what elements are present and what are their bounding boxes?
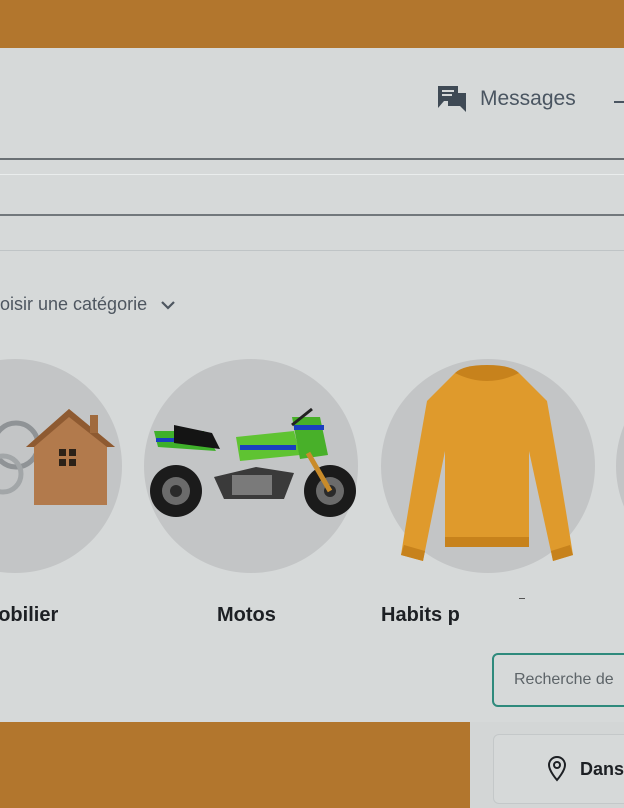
map-pin-icon (548, 756, 566, 782)
messages-link[interactable]: Messages (438, 86, 576, 112)
category-label: Habits p (381, 604, 460, 626)
category-label: nobilier (0, 604, 59, 626)
motorcycle-icon (150, 407, 356, 517)
category-habits[interactable] (381, 359, 595, 573)
app-window: Messages oisir une catégorie obilier Mot… (0, 48, 624, 722)
category-label: Motos (217, 604, 276, 626)
chat-bubbles-icon (438, 86, 466, 112)
divider (0, 174, 624, 175)
more-icon[interactable] (614, 101, 624, 103)
house-key-icon (0, 409, 115, 505)
divider (519, 598, 525, 599)
category-select-label: oisir une catégorie (0, 294, 148, 314)
messages-label: Messages (480, 87, 576, 110)
location-button[interactable]: Dans (493, 734, 624, 804)
divider (0, 250, 624, 251)
header: Messages (0, 48, 624, 158)
category-select[interactable]: oisir une catégorie (0, 294, 175, 315)
chevron-down-icon (161, 300, 175, 310)
category-item[interactable] (616, 359, 624, 573)
divider (0, 214, 624, 216)
location-label: Dans (580, 758, 624, 779)
search-input[interactable] (494, 655, 624, 705)
divider (0, 158, 624, 160)
sweater-icon (401, 365, 573, 561)
category-immobilier[interactable] (0, 359, 122, 573)
category-motos[interactable] (144, 359, 358, 573)
search-box[interactable] (492, 653, 624, 707)
